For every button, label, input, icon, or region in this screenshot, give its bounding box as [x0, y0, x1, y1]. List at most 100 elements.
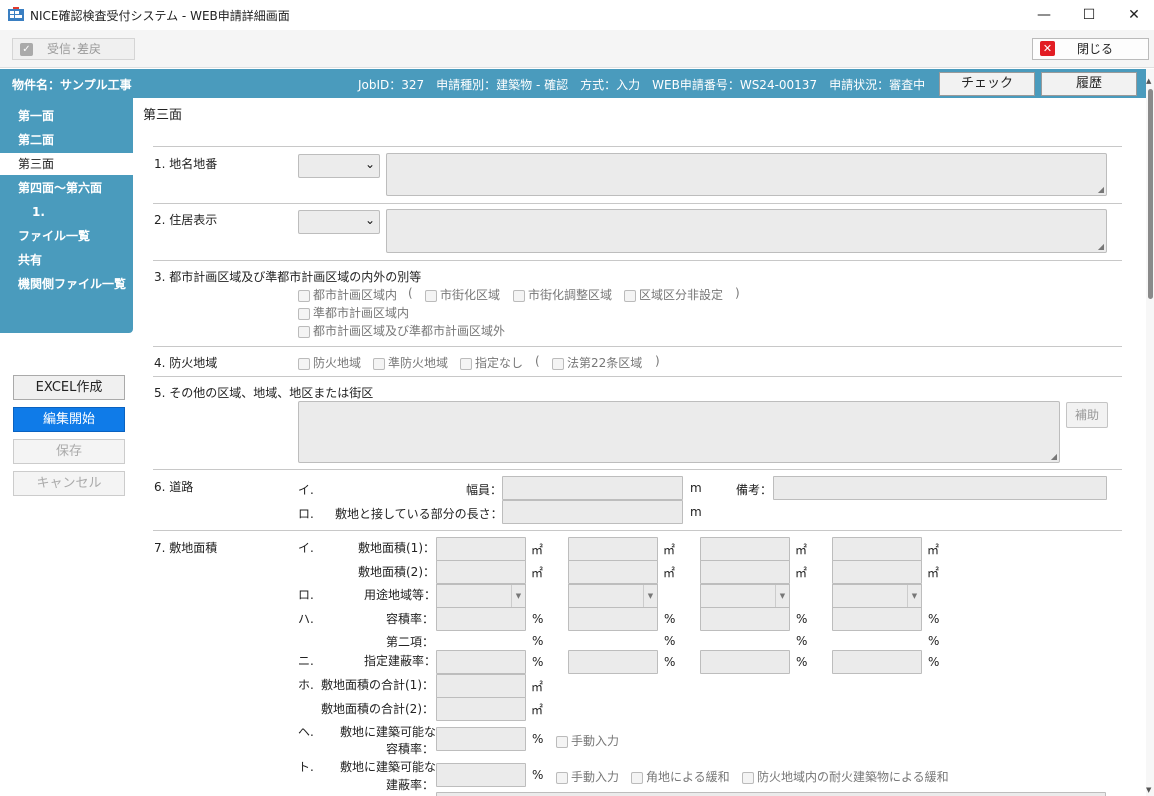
site-area-2-input-2[interactable] [568, 560, 658, 584]
bcr-input-2[interactable] [568, 650, 658, 674]
unit-percent: % [796, 634, 808, 648]
road-i-marker: イ. [298, 483, 314, 497]
checkbox[interactable] [460, 357, 472, 370]
far-label: 容積率： [386, 612, 435, 626]
site-area-2-input-4[interactable] [832, 560, 922, 584]
checkbox[interactable] [513, 289, 525, 302]
cb-fireproof-relief[interactable]: 防火地域内の耐火建築物による緩和 [742, 768, 949, 785]
maximize-icon[interactable]: ☐ [1071, 4, 1107, 26]
unit-m: m [690, 505, 702, 519]
minimize-icon[interactable]: — [1026, 4, 1062, 26]
edit-start-button[interactable]: 編集開始 [13, 407, 125, 432]
checkbox[interactable] [298, 357, 310, 370]
far-input-2[interactable] [568, 607, 658, 631]
cb-not-designated[interactable]: 指定なし [460, 354, 523, 371]
use-zone-select-2[interactable]: ▼ [568, 584, 658, 608]
use-zone-select-3[interactable]: ▼ [700, 584, 790, 608]
cb-label: 準防火地域 [388, 356, 449, 370]
cb-outside-area[interactable]: 都市計画区域及び準都市計画区域外 [298, 322, 505, 339]
contact-length-input[interactable] [502, 500, 683, 524]
unit-sqm: ㎡ [531, 680, 544, 694]
cb-quasi-city-planning[interactable]: 準都市計画区域内 [298, 304, 409, 321]
site-area-1-input-3[interactable] [700, 537, 790, 561]
assist-button[interactable]: 補助 [1066, 402, 1108, 428]
checkbox[interactable] [556, 771, 568, 784]
nav-shared[interactable]: 共有 [0, 249, 133, 271]
close-button[interactable]: ✕ 閉じる [1032, 38, 1149, 60]
checkbox[interactable] [742, 771, 754, 784]
road-ro-marker: ロ. [298, 507, 314, 521]
site-area-1-input-4[interactable] [832, 537, 922, 561]
save-button[interactable]: 保存 [13, 439, 125, 464]
use-zone-select-1[interactable]: ▼ [436, 584, 526, 608]
far-input-1[interactable] [436, 607, 526, 631]
checkbox[interactable] [425, 289, 437, 302]
nav-page-4-6[interactable]: 第四面～第六面 [0, 177, 133, 199]
lot-textarea[interactable]: ◢ [386, 153, 1107, 196]
receive-return-button[interactable]: ✓ 受信･差戻 [12, 38, 135, 60]
checkbox[interactable] [552, 357, 564, 370]
cb-corner-relief[interactable]: 角地による緩和 [631, 768, 730, 785]
far-input-4[interactable] [832, 607, 922, 631]
unit-sqm: ㎡ [531, 566, 544, 580]
site-area-2-input-3[interactable] [700, 560, 790, 584]
road-width-input[interactable] [502, 476, 683, 500]
property-name: 物件名：サンプル工事 [12, 78, 132, 92]
cb-manual-far[interactable]: 手動入力 [556, 732, 619, 749]
buildable-bcr-input[interactable] [436, 763, 526, 787]
road-note-input[interactable] [773, 476, 1107, 500]
cancel-button[interactable]: キャンセル [13, 471, 125, 496]
unit-percent: % [532, 634, 544, 648]
cb-article-22[interactable]: 法第22条区域 [552, 354, 642, 371]
excel-button[interactable]: EXCEL作成 [13, 375, 125, 400]
use-zone-label: 用途地域等： [364, 588, 437, 602]
buildable-far-input[interactable] [436, 727, 526, 751]
next-row-input[interactable] [436, 792, 1106, 796]
bcr-input-1[interactable] [436, 650, 526, 674]
other-zone-textarea[interactable]: ◢ [298, 401, 1060, 463]
use-zone-select-4[interactable]: ▼ [832, 584, 922, 608]
cb-urbanization-control[interactable]: 市街化調整区域 [513, 286, 612, 303]
scroll-down-icon[interactable]: ▼ [1146, 786, 1151, 794]
cb-no-division[interactable]: 区域区分非設定 [624, 286, 723, 303]
checkbox[interactable] [298, 307, 310, 320]
lot-select[interactable]: ⌄ [298, 154, 380, 178]
cb-quasi-fire-zone[interactable]: 準防火地域 [373, 354, 448, 371]
history-button[interactable]: 履歴 [1041, 72, 1137, 96]
scroll-up-icon[interactable]: ▲ [1146, 77, 1151, 85]
checkbox[interactable] [298, 325, 310, 338]
nav-page-1[interactable]: 第一面 [0, 105, 133, 127]
bcr-input-3[interactable] [700, 650, 790, 674]
nav-sub-1[interactable]: 1. [0, 201, 133, 223]
nav-page-3[interactable]: 第三面 [0, 153, 133, 175]
total-2-input[interactable] [436, 697, 526, 721]
nav-agency-files[interactable]: 機関側ファイル一覧 [0, 273, 133, 295]
checkbox[interactable] [373, 357, 385, 370]
close-window-icon[interactable]: ✕ [1116, 4, 1152, 26]
far-input-3[interactable] [700, 607, 790, 631]
scroll-thumb[interactable] [1148, 89, 1153, 299]
chevron-down-icon: ⌄ [364, 213, 375, 227]
nav-file-list[interactable]: ファイル一覧 [0, 225, 133, 247]
address-textarea[interactable]: ◢ [386, 209, 1107, 253]
cb-city-planning-area[interactable]: 都市計画区域内 [298, 286, 397, 303]
site-area-1-input-2[interactable] [568, 537, 658, 561]
total-1-input[interactable] [436, 674, 526, 698]
address-select[interactable]: ⌄ [298, 210, 380, 234]
cb-manual-bcr[interactable]: 手動入力 [556, 768, 619, 785]
nav-page-2[interactable]: 第二面 [0, 129, 133, 151]
cb-fire-zone[interactable]: 防火地域 [298, 354, 361, 371]
checkbox[interactable] [556, 735, 568, 748]
site-area-2-input-1[interactable] [436, 560, 526, 584]
road-note-label: 備考： [736, 483, 773, 497]
cb-label: 区域区分非設定 [639, 288, 724, 302]
check-button[interactable]: チェック [939, 72, 1035, 96]
cb-urbanization-area[interactable]: 市街化区域 [425, 286, 500, 303]
checkbox[interactable] [624, 289, 636, 302]
checkbox[interactable] [298, 289, 310, 302]
section-2-label: 2. 住居表示 [154, 213, 218, 227]
bcr-input-4[interactable] [832, 650, 922, 674]
site-area-1-input-1[interactable] [436, 537, 526, 561]
vertical-scrollbar[interactable]: ▲ ▼ [1146, 69, 1154, 796]
checkbox[interactable] [631, 771, 643, 784]
